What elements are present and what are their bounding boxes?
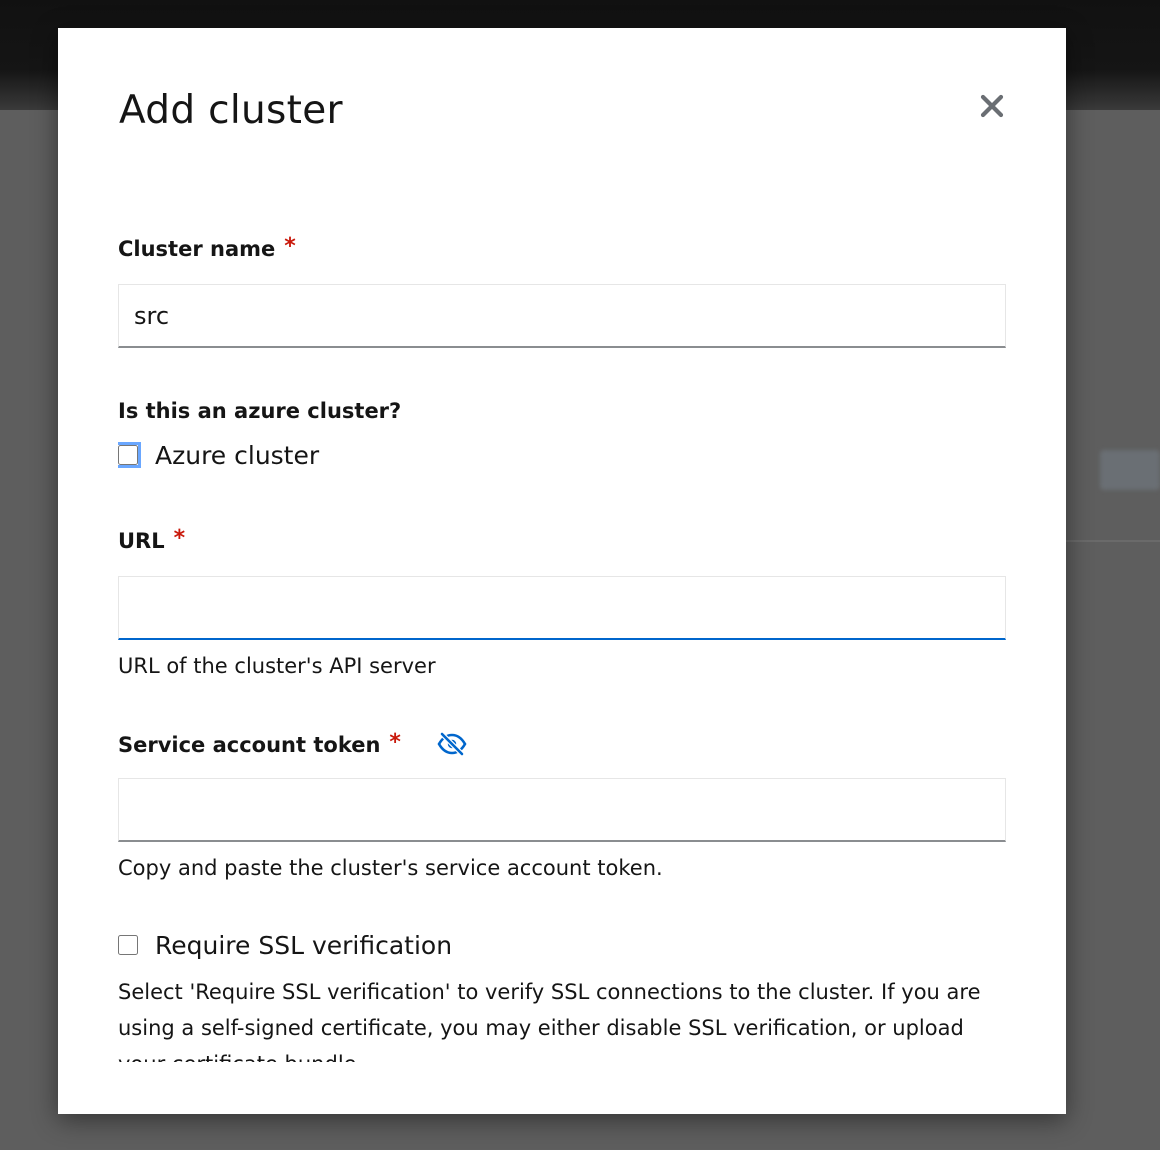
azure-question-text: Is this an azure cluster? <box>118 399 402 423</box>
ssl-description: Select 'Require SSL verification' to ver… <box>118 980 981 1062</box>
azure-checkbox-row: Azure cluster <box>118 438 1006 472</box>
modal-body: Cluster name * Is this an azure cluster?… <box>118 228 1006 1062</box>
service-account-token-input[interactable] <box>118 778 1006 842</box>
azure-cluster-checkbox[interactable] <box>118 445 138 465</box>
cluster-name-label: Cluster name * <box>118 233 1006 262</box>
url-input[interactable] <box>118 576 1006 640</box>
token-label-text: Service account token <box>118 733 381 757</box>
require-ssl-checkbox-label[interactable]: Require SSL verification <box>155 931 452 960</box>
token-label: Service account token * <box>118 729 1006 758</box>
eye-slash-icon[interactable] <box>437 731 467 757</box>
close-button[interactable] <box>978 92 1006 120</box>
cluster-name-label-text: Cluster name <box>118 237 276 261</box>
token-group: Service account token * Copy and paste t… <box>118 729 1006 880</box>
ssl-checkbox-row: Require SSL verification <box>118 928 1006 962</box>
required-mark: * <box>173 525 186 551</box>
url-group: URL * URL of the cluster's API server <box>118 525 1006 678</box>
modal-title: Add cluster <box>119 88 343 133</box>
azure-question: Is this an azure cluster? <box>118 398 1006 424</box>
cluster-name-input[interactable] <box>118 284 1006 348</box>
cluster-name-group: Cluster name * <box>118 233 1006 348</box>
azure-group: Is this an azure cluster? Azure cluster <box>118 398 1006 472</box>
token-helper-text: Copy and paste the cluster's service acc… <box>118 856 663 880</box>
required-mark: * <box>284 233 296 259</box>
add-cluster-modal: Add cluster Cluster name * Is this an az… <box>58 28 1066 1114</box>
url-label: URL * <box>118 525 1006 554</box>
required-mark: * <box>389 729 401 755</box>
ssl-group: Require SSL verification Select 'Require… <box>118 928 1006 1062</box>
close-icon <box>980 94 1004 118</box>
url-helper-text: URL of the cluster's API server <box>118 654 436 678</box>
background-divider <box>1066 540 1160 542</box>
require-ssl-checkbox[interactable] <box>118 935 138 955</box>
azure-cluster-checkbox-label[interactable]: Azure cluster <box>155 441 319 470</box>
background-element <box>1100 450 1160 490</box>
app-screen: Add cluster Cluster name * Is this an az… <box>0 0 1160 1150</box>
url-label-text: URL <box>118 529 165 553</box>
